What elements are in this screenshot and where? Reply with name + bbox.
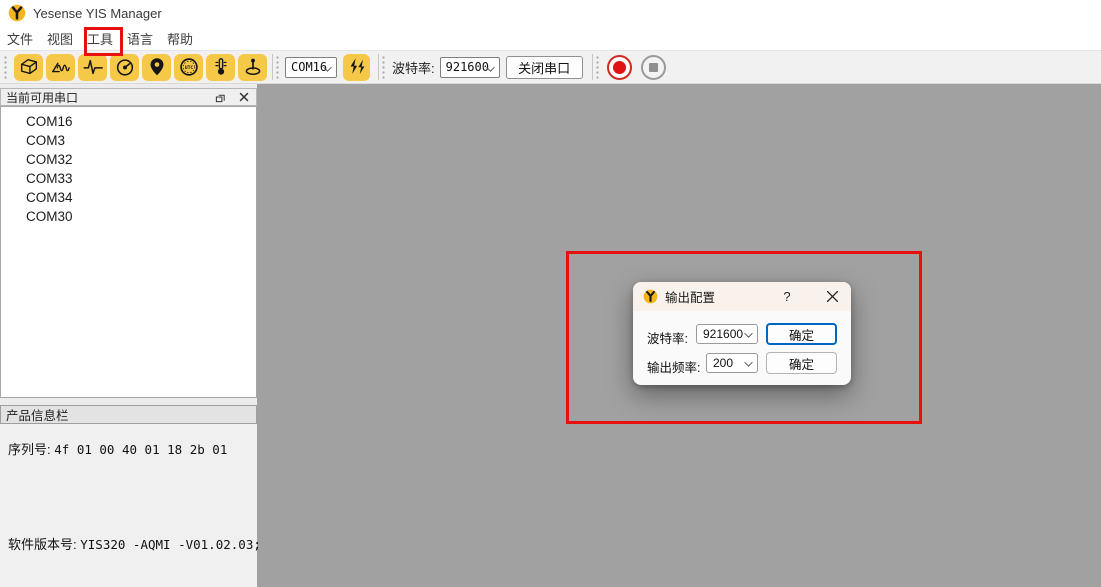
serial-ports-panel-title: 当前可用串口 — [6, 89, 78, 106]
serial-number-line: 序列号: 4f 01 00 40 01 18 2b 01 — [8, 439, 227, 458]
menu-language[interactable]: 语言 — [120, 28, 160, 48]
close-icon — [827, 291, 838, 302]
dialog-close-button[interactable] — [819, 282, 845, 311]
serial-number-label: 序列号: — [8, 442, 51, 457]
port-list-item[interactable]: COM33 — [1, 169, 256, 188]
software-version-line: 软件版本号: YIS320 -AQMI -V01.02.03; — [8, 534, 261, 553]
toolbar-drag-handle[interactable] — [381, 55, 386, 79]
temperature-button[interactable] — [206, 54, 235, 81]
dialog-freq-label: 输出频率: — [647, 357, 700, 376]
product-info-panel-header: 产品信息栏 — [0, 405, 257, 424]
software-version-value: YIS320 -AQMI -V01.02.03; — [80, 537, 261, 552]
utc-clock-button[interactable]: UTC — [174, 54, 203, 81]
temperature-icon — [210, 56, 232, 78]
product-info-panel-title: 产品信息栏 — [6, 405, 69, 424]
port-list-item[interactable]: COM3 — [1, 131, 256, 150]
close-serial-button[interactable]: 关闭串口 — [506, 56, 583, 79]
menu-file[interactable]: 文件 — [0, 28, 40, 48]
sensor-view-buttons: UTC — [14, 54, 267, 81]
serial-port-list: COM16 COM3 COM32 COM33 COM34 COM30 — [0, 106, 257, 398]
toolbar-drag-handle[interactable] — [595, 55, 600, 79]
port-select-value: COM16 — [291, 60, 327, 74]
baud-rate-value: 921600 — [446, 60, 489, 74]
stop-icon — [649, 63, 658, 72]
pressure-probe-icon — [242, 56, 264, 78]
cube-3d-icon — [18, 56, 40, 78]
menu-bar: 文件 视图 工具 语言 帮助 — [0, 26, 1101, 51]
port-list-item[interactable]: COM30 — [1, 207, 256, 226]
cube-3d-view-button[interactable] — [14, 54, 43, 81]
chevron-down-icon — [744, 358, 752, 366]
toolbar-separator — [378, 54, 379, 80]
toolbar-separator — [272, 54, 273, 80]
menu-help[interactable]: 帮助 — [160, 28, 200, 48]
record-icon — [613, 61, 626, 74]
attitude-angle-wave-icon — [50, 56, 72, 78]
menu-view[interactable]: 视图 — [40, 28, 80, 48]
baud-rate-select[interactable]: 921600 — [440, 57, 500, 78]
attitude-wave-button[interactable] — [46, 54, 75, 81]
dialog-title: 输出配置 — [665, 287, 715, 306]
chevron-down-icon — [744, 329, 752, 337]
panel-float-button[interactable] — [212, 90, 228, 104]
yesense-logo-icon — [643, 289, 658, 304]
lightning-icon — [346, 56, 368, 78]
waveform-button[interactable] — [78, 54, 107, 81]
port-list-item[interactable]: COM16 — [1, 112, 256, 131]
refresh-ports-button[interactable] — [343, 54, 370, 81]
toolbar-separator — [592, 54, 593, 80]
dialog-help-button[interactable]: ? — [776, 282, 798, 311]
panel-close-button[interactable] — [236, 90, 252, 104]
toolbar-drag-handle[interactable] — [3, 55, 8, 79]
serial-number-value: 4f 01 00 40 01 18 2b 01 — [54, 442, 227, 457]
dialog-baud-value: 921600 — [703, 327, 743, 341]
waveform-icon — [82, 56, 104, 78]
dialog-freq-select[interactable]: 200 — [706, 353, 758, 373]
gauge-button[interactable] — [110, 54, 139, 81]
toolbar-drag-handle[interactable] — [275, 55, 280, 79]
dialog-freq-confirm-button[interactable]: 确定 — [766, 352, 837, 374]
yesense-logo-icon — [8, 4, 26, 22]
pressure-button[interactable] — [238, 54, 267, 81]
dialog-baud-select[interactable]: 921600 — [696, 324, 758, 344]
left-dock-column: 当前可用串口 COM16 COM3 COM32 COM33 COM34 COM3… — [0, 84, 257, 587]
window-title: Yesense YIS Manager — [33, 6, 162, 21]
port-list-item[interactable]: COM34 — [1, 188, 256, 207]
main-toolbar: UTC COM16 波特率: — [0, 51, 1101, 84]
dialog-baud-confirm-button[interactable]: 确定 — [766, 323, 837, 345]
record-button[interactable] — [607, 55, 632, 80]
title-bar: Yesense YIS Manager — [0, 0, 1101, 26]
float-window-icon — [215, 92, 226, 103]
close-icon — [239, 92, 249, 102]
output-config-dialog: 输出配置 ? 波特率: 921600 确定 输出频率: 200 确定 — [633, 282, 851, 385]
product-info-panel: 序列号: 4f 01 00 40 01 18 2b 01 软件版本号: YIS3… — [0, 424, 257, 587]
location-pin-icon — [146, 56, 168, 78]
stop-button[interactable] — [641, 55, 666, 80]
menu-tools[interactable]: 工具 — [80, 28, 120, 48]
location-button[interactable] — [142, 54, 171, 81]
software-version-label: 软件版本号: — [8, 537, 77, 552]
utc-clock-icon: UTC — [178, 56, 200, 78]
serial-ports-panel-header: 当前可用串口 — [0, 88, 257, 106]
baud-rate-label: 波特率: — [392, 58, 435, 77]
gauge-icon — [114, 56, 136, 78]
port-list-item[interactable]: COM32 — [1, 150, 256, 169]
port-select[interactable]: COM16 — [285, 57, 337, 78]
dialog-baud-label: 波特率: — [647, 328, 688, 347]
svg-text:UTC: UTC — [184, 65, 193, 71]
dialog-freq-value: 200 — [713, 356, 733, 370]
